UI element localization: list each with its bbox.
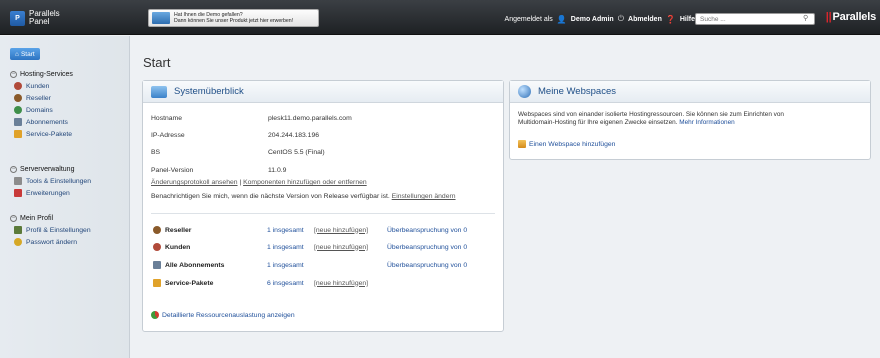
user-name-link[interactable]: Demo Admin bbox=[571, 16, 614, 23]
add-webspace-link[interactable]: Einen Webspace hinzufügen bbox=[529, 141, 615, 148]
package-icon bbox=[14, 130, 22, 138]
brand-bars-icon: || bbox=[825, 11, 832, 23]
extensions-icon bbox=[14, 189, 22, 197]
start-button[interactable]: ⌂ Start bbox=[10, 48, 40, 60]
sidebar-item-abonnements[interactable]: Abonnements bbox=[10, 116, 73, 128]
collapse-icon: − bbox=[10, 214, 17, 222]
add-webspace-row[interactable]: Einen Webspace hinzufügen bbox=[518, 140, 615, 148]
sidebar-item-service-pakete[interactable]: Service-Pakete bbox=[10, 128, 73, 140]
os-label: BS bbox=[151, 149, 161, 156]
user-bar: Angemeldet als 👤 Demo Admin ⏻ Abmelden ❓… bbox=[505, 14, 695, 24]
tools-icon bbox=[14, 177, 22, 185]
webspaces-panel: Meine Webspaces Webspaces sind von einan… bbox=[509, 80, 871, 160]
search-input[interactable] bbox=[695, 13, 815, 25]
collapse-icon: − bbox=[10, 70, 17, 78]
subscription-overuse-link[interactable]: Überbeanspruchung von 0 bbox=[387, 262, 467, 269]
user-icon: 👤 bbox=[556, 14, 567, 24]
change-settings-link[interactable]: Einstellungen ändern bbox=[392, 193, 456, 200]
sidebar-item-tools-einstellungen[interactable]: Tools & Einstellungen bbox=[10, 175, 91, 187]
sidebar-item-kunden[interactable]: Kunden bbox=[10, 80, 73, 92]
subscription-icon bbox=[14, 118, 22, 126]
parallels-panel-logo[interactable]: P Parallels Panel bbox=[10, 6, 90, 30]
top-bar: P Parallels Panel Hat Ihnen die Demo gef… bbox=[0, 0, 880, 35]
webspaces-description-line-2: Multidomain-Hosting für Ihre eigenen Zwe… bbox=[518, 119, 678, 126]
resource-usage-link[interactable]: Detaillierte Ressourcenauslastung anzeig… bbox=[162, 312, 295, 319]
notify-text: Benachrichtigen Sie mich, wenn die nächs… bbox=[151, 193, 390, 200]
sidebar-item-profil-einstellungen[interactable]: Profil & Einstellungen bbox=[10, 224, 91, 236]
sidebar-item-domains[interactable]: Domains bbox=[10, 104, 73, 116]
panel-version-label: Panel-Version bbox=[151, 167, 194, 174]
logged-in-label: Angemeldet als bbox=[504, 15, 553, 23]
add-customer-link[interactable]: [neue hinzufügen] bbox=[314, 244, 368, 251]
sidebar-item-erweiterungen[interactable]: Erweiterungen bbox=[10, 187, 91, 199]
add-reseller-link[interactable]: [neue hinzufügen] bbox=[314, 227, 368, 234]
profile-icon bbox=[14, 226, 22, 234]
package-icon bbox=[153, 279, 161, 287]
link-divider: | bbox=[239, 179, 242, 186]
subscription-icon bbox=[153, 261, 161, 269]
ip-label: IP-Adresse bbox=[151, 132, 185, 139]
logo-mark-icon: P bbox=[10, 10, 25, 26]
customer-icon bbox=[153, 243, 161, 251]
components-link[interactable]: Komponenten hinzufügen oder entfernen bbox=[243, 179, 367, 186]
help-link[interactable]: Hilfe bbox=[680, 16, 695, 23]
nav-group-header[interactable]: − Hosting-Services bbox=[10, 68, 73, 80]
reseller-icon bbox=[153, 226, 161, 234]
sidebar-item-passwort-aendern[interactable]: Passwort ändern bbox=[10, 236, 91, 248]
help-icon: ❓ bbox=[665, 14, 676, 24]
parallels-brand-logo: ||Parallels bbox=[825, 11, 876, 23]
customer-count-link[interactable]: 1 insgesamt bbox=[267, 244, 304, 251]
nav-group-serververwaltung: − Serververwaltung Tools & Einstellungen … bbox=[10, 163, 91, 199]
buy-product-banner[interactable]: Hat Ihnen die Demo gefallen? Dann können… bbox=[148, 9, 319, 27]
changelog-link[interactable]: Änderungsprotokoll ansehen bbox=[151, 179, 238, 186]
resource-usage-link-row[interactable]: Detaillierte Ressourcenauslastung anzeig… bbox=[151, 311, 295, 319]
nav-group-mein-profil: − Mein Profil Profil & Einstellungen Pass… bbox=[10, 212, 91, 248]
panel-title: Systemüberblick bbox=[174, 86, 244, 97]
nav-group-header[interactable]: − Mein Profil bbox=[10, 212, 91, 224]
promo-line-2: Dann können Sie unser Produkt jetzt hier… bbox=[174, 18, 294, 24]
nav-group-header[interactable]: − Serververwaltung bbox=[10, 163, 91, 175]
reseller-icon bbox=[14, 94, 22, 102]
search-icon[interactable]: ⚲ bbox=[803, 14, 808, 22]
add-webspace-icon bbox=[518, 140, 526, 148]
cart-icon bbox=[152, 12, 170, 24]
webspaces-description-line-1: Webspaces sind von einander isolierte Ho… bbox=[518, 111, 784, 118]
logout-link[interactable]: Abmelden bbox=[628, 16, 662, 23]
key-icon bbox=[14, 238, 22, 246]
nav-group-hosting-services: − Hosting-Services Kunden Reseller Domain… bbox=[10, 68, 73, 140]
more-info-link[interactable]: Mehr Informationen bbox=[679, 119, 734, 126]
collapse-icon: − bbox=[10, 165, 17, 173]
panel-version-value: 11.0.9 bbox=[268, 167, 287, 174]
package-count-link[interactable]: 6 insgesamt bbox=[267, 280, 304, 287]
hostname-value: plesk11.demo.parallels.com bbox=[268, 115, 352, 122]
panel-title: Meine Webspaces bbox=[538, 86, 616, 97]
globe-icon bbox=[14, 106, 22, 114]
chart-pie-icon bbox=[151, 311, 159, 319]
home-icon: ⌂ bbox=[15, 50, 19, 58]
reseller-count-link[interactable]: 1 insgesamt bbox=[267, 227, 304, 234]
logo-line-2: Panel bbox=[29, 17, 50, 26]
monitor-icon bbox=[151, 85, 167, 98]
customer-overuse-link[interactable]: Überbeanspruchung von 0 bbox=[387, 244, 467, 251]
os-value: CentOS 5.5 (Final) bbox=[268, 149, 325, 156]
power-icon: ⏻ bbox=[617, 14, 625, 23]
customer-icon bbox=[14, 82, 22, 90]
globe-icon bbox=[518, 85, 531, 98]
reseller-overuse-link[interactable]: Überbeanspruchung von 0 bbox=[387, 227, 467, 234]
add-package-link[interactable]: [neue hinzufügen] bbox=[314, 280, 368, 287]
divider bbox=[151, 213, 495, 214]
hostname-label: Hostname bbox=[151, 115, 182, 122]
ip-value: 204.244.183.196 bbox=[268, 132, 320, 139]
sidebar: ⌂ Start − Hosting-Services Kunden Reselle… bbox=[0, 36, 130, 358]
sidebar-item-reseller[interactable]: Reseller bbox=[10, 92, 73, 104]
page-title: Start bbox=[143, 55, 171, 70]
system-overview-panel: Systemüberblick Hostname plesk11.demo.pa… bbox=[142, 80, 504, 332]
subscription-count-link[interactable]: 1 insgesamt bbox=[267, 262, 304, 269]
